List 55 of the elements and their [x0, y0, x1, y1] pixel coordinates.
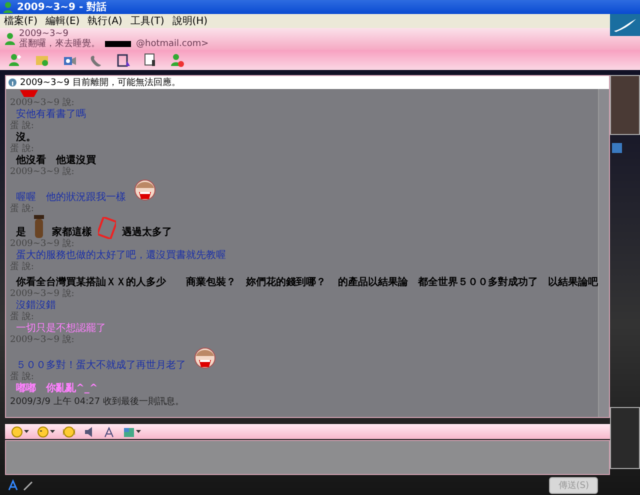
- message-text: 的產品以結果論 都全世界５００多對成功了 以結果論吧: [338, 277, 598, 289]
- messenger-icon: [2, 1, 14, 13]
- sender-label: 蛋 說:: [10, 204, 35, 215]
- caret-icon[interactable]: [50, 430, 55, 434]
- block-contact-icon[interactable]: [170, 52, 185, 68]
- message-text: 遇過太多了: [122, 227, 172, 239]
- status-text: 2009/3/9 上午 04:27 收到最後一則訊息。: [10, 397, 185, 408]
- menu-item[interactable]: 說明(H): [172, 14, 208, 28]
- pen-icon[interactable]: [22, 479, 34, 491]
- sender-label: 2009~3~9 說:: [10, 335, 76, 346]
- message-text: ５００多對！蛋大不就成了再世月老了: [16, 360, 186, 372]
- nudge-icon[interactable]: [63, 426, 75, 438]
- stamp-emoticon-icon: [98, 217, 116, 239]
- sender-label: 2009~3~9 說:: [10, 239, 76, 250]
- contact-icon: [4, 32, 16, 46]
- menu-item[interactable]: 執行(A): [88, 14, 122, 28]
- notice-text: 2009~3~9 目前離開，可能無法回應。: [20, 76, 180, 89]
- email-address: @hotmail.com>: [136, 39, 209, 49]
- square-icon: [612, 143, 622, 153]
- message-text: 沒錯沒錯: [16, 300, 56, 312]
- font-icon[interactable]: [7, 479, 19, 491]
- speaker-icon[interactable]: [83, 426, 95, 438]
- caret-icon[interactable]: [136, 430, 141, 434]
- message-text: 是: [16, 227, 26, 239]
- message-text: 蛋大的服務也做的太好了吧，還沒買書就先教喔: [16, 250, 226, 262]
- contact-name: 2009~3~9: [19, 29, 68, 39]
- menu-item[interactable]: 工具(T): [130, 14, 164, 28]
- sender-label: 2009~3~9 說:: [10, 98, 76, 108]
- sender-label: 蛋 說:: [10, 372, 35, 382]
- menu-item[interactable]: 編輯(E): [46, 14, 80, 28]
- message-input-field[interactable]: [5, 440, 610, 475]
- window-title: 2009~3~9 - 對話: [17, 0, 107, 14]
- message-text: 家都這樣: [52, 227, 92, 238]
- sender-label: 蛋 說:: [10, 262, 35, 273]
- invite-person-icon[interactable]: [8, 52, 23, 68]
- menu-item[interactable]: 檔案(F): [4, 14, 38, 28]
- personal-message: 蛋翻囉，來去睡覺。: [19, 39, 100, 49]
- sender-label: 蛋 說:: [10, 144, 35, 154]
- message-text: 嘟嘟 你亂亂^_^: [16, 383, 98, 395]
- message-text: 他沒看 他還沒買: [16, 155, 96, 166]
- message-text: 安他有看書了嗎: [16, 109, 86, 120]
- sender-label: 2009~3~9 說:: [10, 167, 76, 178]
- message-text: 喔喔 他的狀況跟我一樣: [16, 192, 126, 204]
- message-text: 一切只是不想認罷了: [16, 323, 106, 334]
- sender-label: 2009~3~9 說:: [10, 289, 76, 300]
- sender-label: 蛋 說:: [10, 121, 35, 132]
- message-text: 沒。: [16, 132, 36, 144]
- sender-label: 蛋 說:: [10, 312, 35, 322]
- message-text: 你看全台灣買某搭訕ＸＸ的人多少 商業包裝？ 妳們花的錢到哪？: [16, 277, 326, 288]
- photo-placeholder: [610, 407, 640, 469]
- font-icon[interactable]: [103, 426, 115, 438]
- photo-placeholder: [610, 75, 640, 135]
- redaction-bar: [105, 41, 131, 47]
- figure-emoticon-icon: [32, 215, 46, 239]
- caret-icon[interactable]: [24, 430, 29, 434]
